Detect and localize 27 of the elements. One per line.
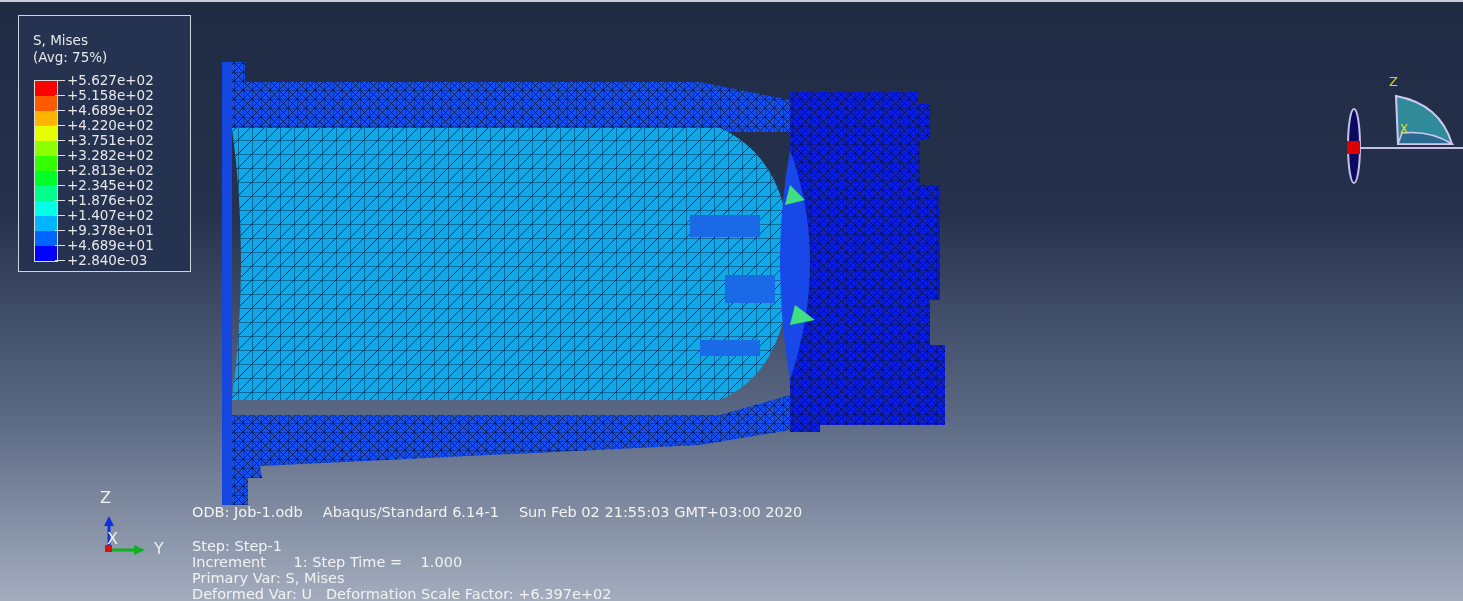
- step-info-text: Primary Var: S, Mises: [192, 570, 346, 586]
- step-info-text: Deformed Var: U Deformation Scale Factor: +6.397e+02: [192, 586, 613, 601]
- view-rotation-gizmo-icon: [1347, 95, 1463, 184]
- step-info-text: Step: Step-1: [192, 538, 283, 554]
- legend-subtitle: (Avg: 75%): [33, 49, 108, 66]
- legend-value: +4.689e+01: [67, 238, 154, 253]
- legend-value: +9.378e+01: [67, 223, 154, 238]
- legend-value: +5.627e+02: [67, 73, 154, 88]
- legend-value: +3.282e+02: [67, 148, 154, 163]
- axis-label: Z: [1389, 74, 1398, 89]
- legend-value: +4.689e+02: [67, 103, 154, 118]
- model-info-text: Abaqus/Standard 6.14-1: [322, 504, 499, 522]
- legend-value: +1.407e+02: [67, 208, 154, 223]
- legend-value: +5.158e+02: [67, 88, 154, 103]
- legend-value: +1.876e+02: [67, 193, 154, 208]
- coordinate-triad-icon: [104, 516, 145, 555]
- legend-value: +4.220e+02: [67, 118, 154, 133]
- legend-value: +2.345e+02: [67, 178, 154, 193]
- legend-value: +2.813e+02: [67, 163, 154, 178]
- legend-title: S, Mises: [33, 32, 88, 49]
- axis-label: Y: [154, 539, 164, 558]
- legend-value: +2.840e-03: [67, 253, 148, 268]
- step-info-text: Increment 1: Step Time = 1.000: [192, 554, 464, 570]
- axis-label: Z: [100, 488, 111, 507]
- legend-value: +3.751e+02: [67, 133, 154, 148]
- model-info-text: Sun Feb 02 21:55:03 GMT+03:00 2020: [518, 504, 803, 522]
- model-info-text: ODB: Job-1.odb: [192, 504, 303, 522]
